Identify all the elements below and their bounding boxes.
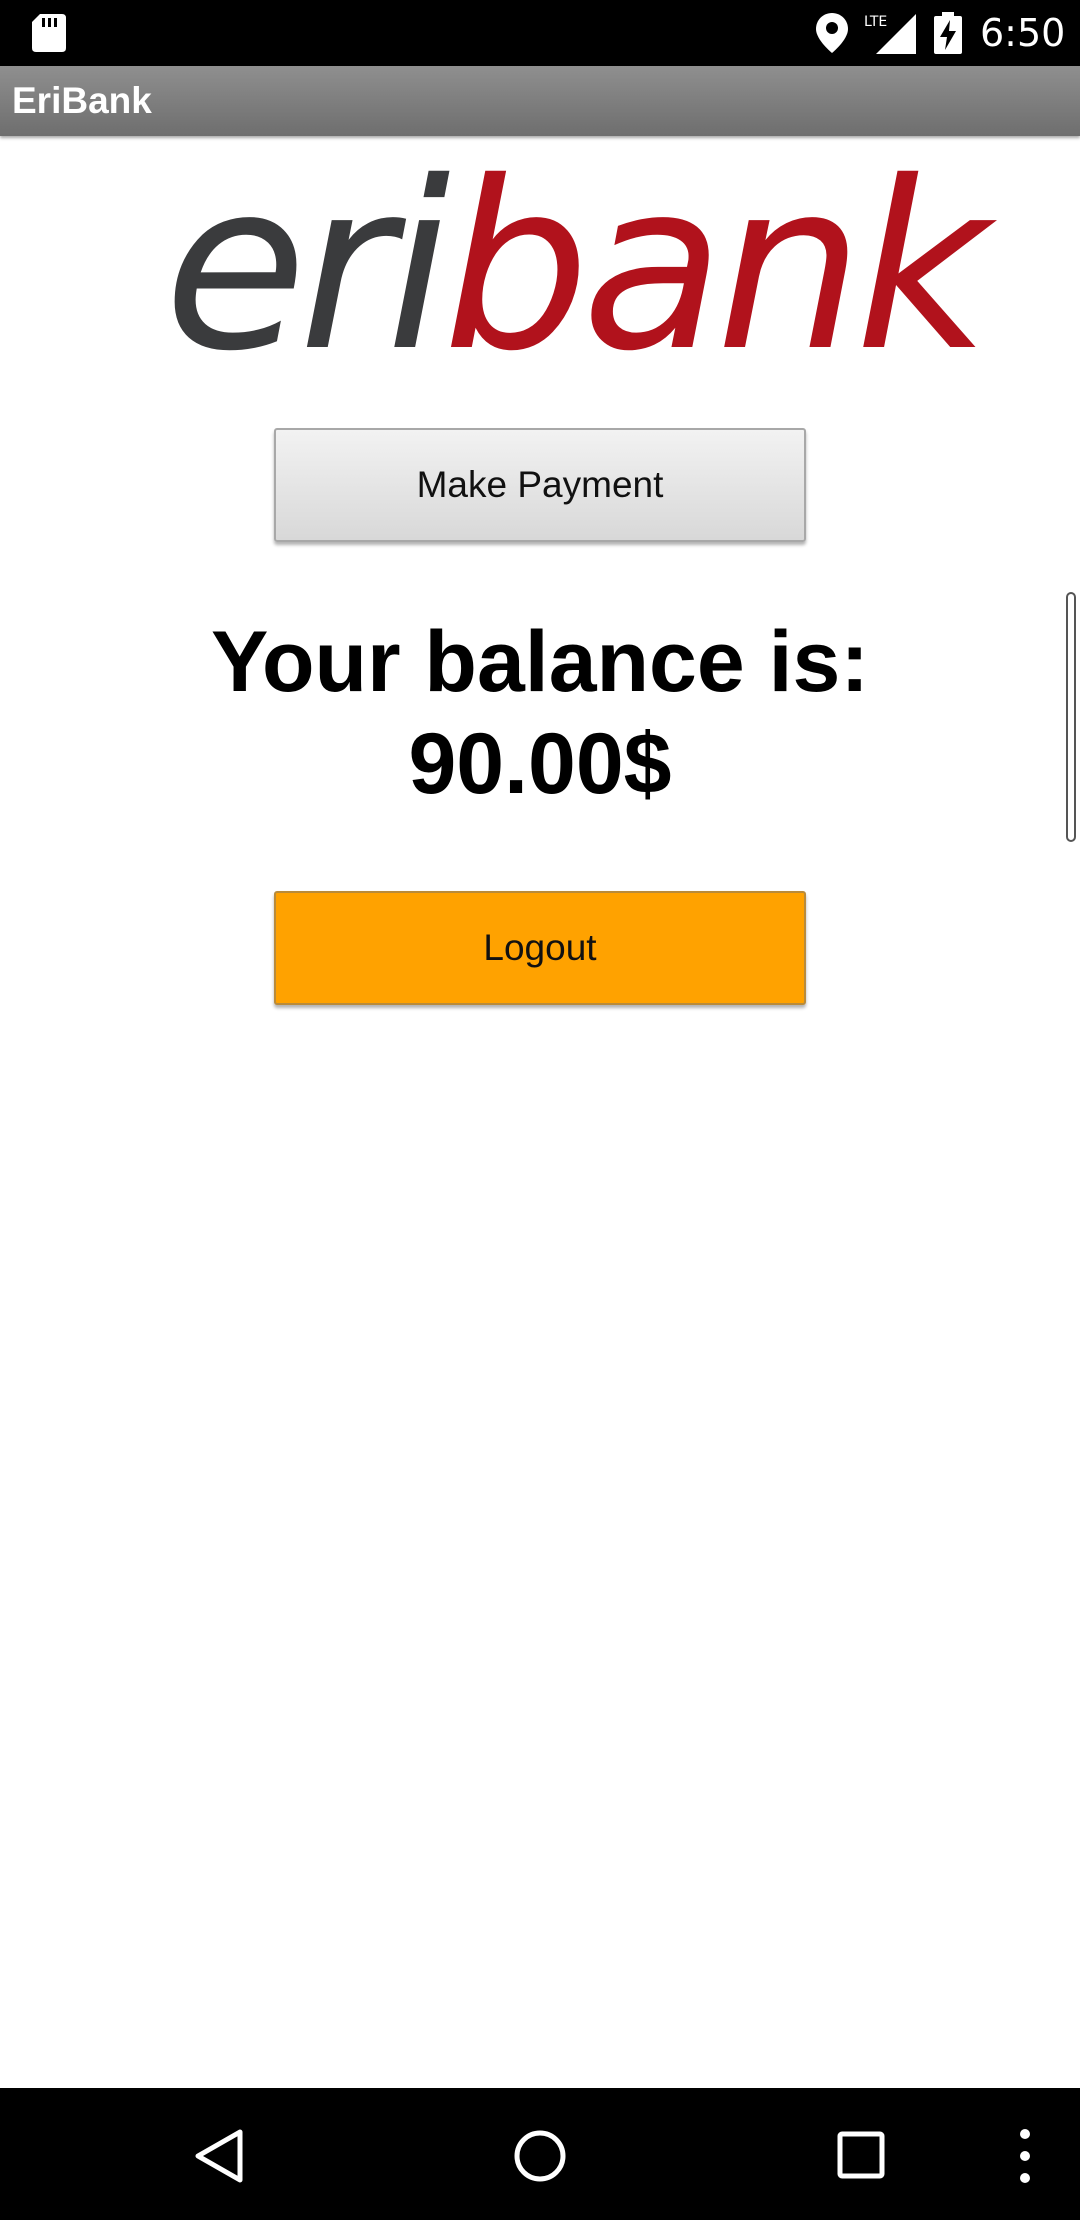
back-icon[interactable]	[192, 2128, 248, 2184]
scrollbar[interactable]	[1066, 592, 1076, 842]
sd-card-icon	[32, 14, 66, 52]
balance-amount: 90.00$	[408, 716, 672, 812]
home-icon[interactable]	[512, 2128, 568, 2184]
recents-icon[interactable]	[836, 2130, 886, 2180]
lte-signal-icon: LTE	[864, 14, 916, 54]
logo-text-bank: bank	[442, 132, 990, 402]
logo-text-eri: eri	[164, 132, 451, 402]
location-icon	[816, 13, 848, 53]
network-label: LTE	[864, 14, 887, 30]
app-title: EriBank	[12, 80, 152, 121]
make-payment-button[interactable]: Make Payment	[274, 428, 806, 542]
status-time: 6:50	[980, 11, 1066, 55]
balance-label: Your balance is:	[211, 614, 869, 710]
logout-button[interactable]: Logout	[274, 891, 806, 1005]
eribank-logo: eribank	[164, 151, 989, 383]
app-bar: EriBank	[0, 66, 1080, 136]
status-bar: LTE 6:50	[0, 0, 1080, 66]
battery-charging-icon	[934, 12, 962, 54]
more-icon[interactable]	[1010, 2126, 1040, 2186]
navigation-bar	[0, 2088, 1080, 2220]
